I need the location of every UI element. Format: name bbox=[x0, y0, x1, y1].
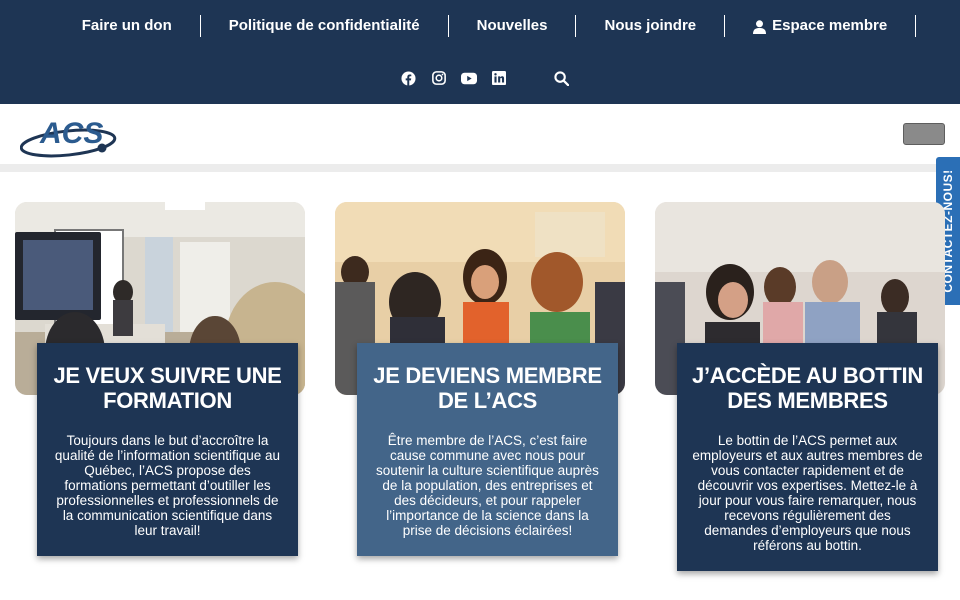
linkedin-icon[interactable] bbox=[491, 70, 507, 86]
nav-donate-label: Faire un don bbox=[81, 17, 172, 34]
nav-contact-link[interactable]: Nous joindre bbox=[576, 15, 726, 37]
search-icon[interactable] bbox=[554, 70, 570, 86]
directory-card-title: J’ACCÈDE AU BOTTIN DES MEMBRES bbox=[692, 363, 923, 413]
top-nav: Faire un don Politique de confidentialit… bbox=[0, 15, 960, 37]
nav-contact-label: Nous joindre bbox=[604, 17, 697, 34]
nav-news-label: Nouvelles bbox=[476, 17, 548, 34]
training-card[interactable]: JE VEUX SUIVRE UNE FORMATION Toujours da… bbox=[37, 343, 298, 556]
nav-member-space-label: Espace membre bbox=[772, 17, 888, 34]
social-links bbox=[0, 68, 960, 88]
membership-card-text: Être membre de l’ACS, c’est faire cause … bbox=[376, 433, 599, 538]
top-bar: Faire un don Politique de confidentialit… bbox=[0, 0, 960, 104]
membership-card-title: JE DEVIENS MEMBRE DE L’ACS bbox=[373, 363, 602, 413]
training-card-title: JE VEUX SUIVRE UNE FORMATION bbox=[53, 363, 282, 413]
facebook-icon[interactable] bbox=[401, 70, 417, 86]
instagram-icon[interactable] bbox=[431, 70, 447, 86]
user-icon bbox=[753, 19, 767, 34]
membership-card[interactable]: JE DEVIENS MEMBRE DE L’ACS Être membre d… bbox=[357, 343, 618, 556]
nav-news-link[interactable]: Nouvelles bbox=[449, 15, 577, 37]
menu-toggle-button[interactable] bbox=[903, 123, 945, 145]
nav-member-space-link[interactable]: Espace membre bbox=[725, 15, 917, 37]
logo-text: ACS bbox=[39, 117, 103, 150]
site-header: ACS bbox=[0, 104, 960, 164]
nav-donate-link[interactable]: Faire un don bbox=[82, 15, 201, 37]
acs-logo[interactable]: ACS bbox=[19, 112, 120, 158]
directory-card[interactable]: J’ACCÈDE AU BOTTIN DES MEMBRES Le bottin… bbox=[677, 343, 938, 571]
youtube-icon[interactable] bbox=[460, 70, 477, 86]
nav-privacy-label: Politique de confidentialité bbox=[228, 17, 420, 34]
training-card-text: Toujours dans le but d’accroître la qual… bbox=[54, 433, 281, 538]
header-divider bbox=[0, 164, 960, 172]
nav-privacy-link[interactable]: Politique de confidentialité bbox=[201, 15, 449, 37]
directory-card-text: Le bottin de l’ACS permet aux employeurs… bbox=[692, 433, 923, 553]
